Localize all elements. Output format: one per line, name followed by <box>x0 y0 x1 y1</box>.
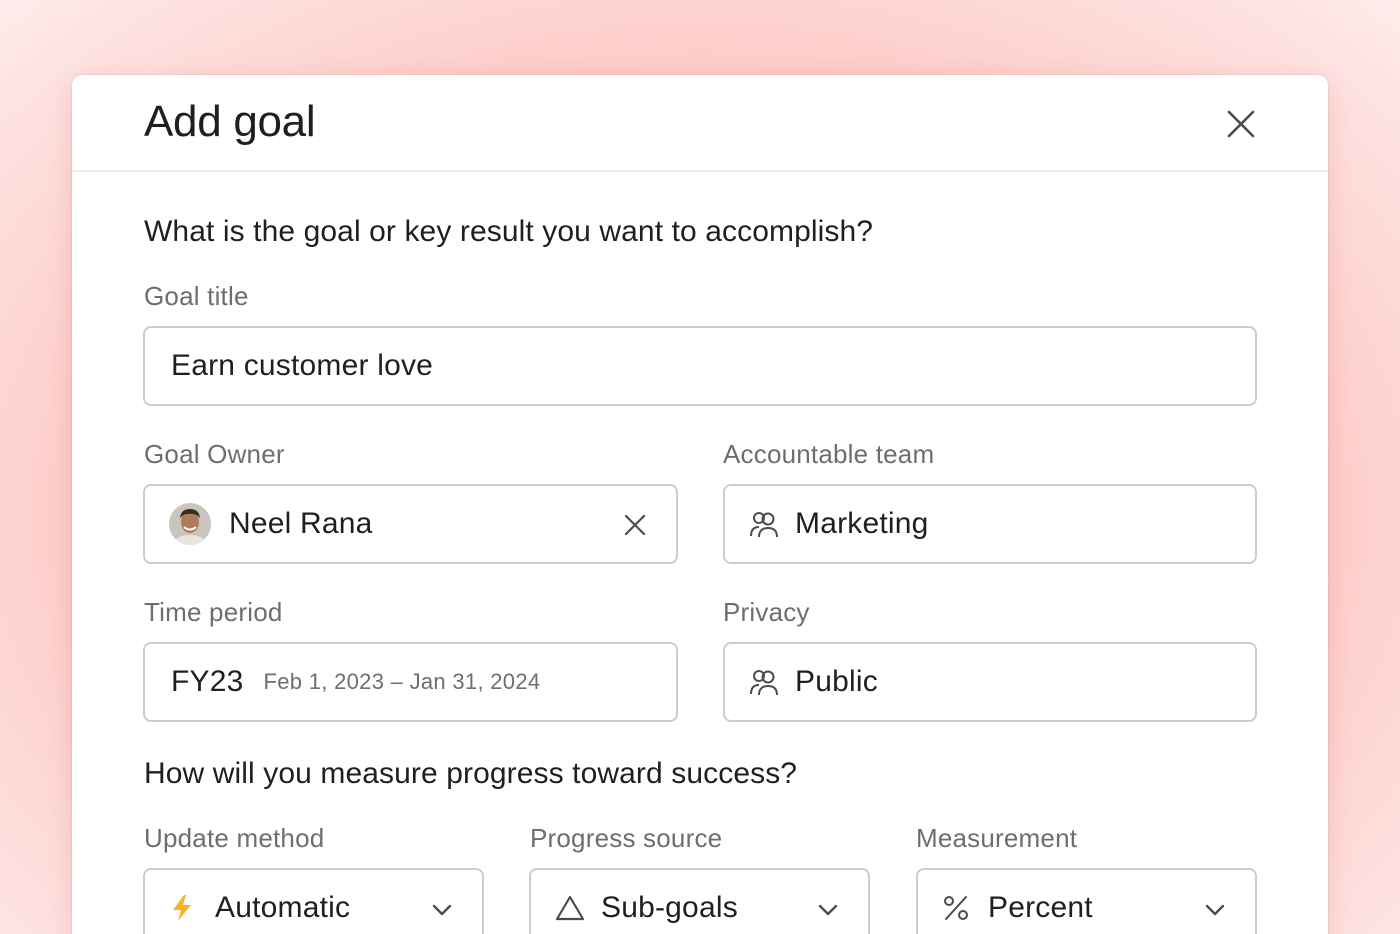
time-period-value: FY23 <box>171 665 244 698</box>
dialog-title: Add goal <box>144 97 316 146</box>
close-icon <box>1227 110 1255 138</box>
time-period-range: Feb 1, 2023 – Jan 31, 2024 <box>263 669 541 694</box>
clear-owner-button[interactable] <box>620 510 650 540</box>
privacy-label: Privacy <box>723 597 810 627</box>
goal-question: What is the goal or key result you want … <box>144 215 874 248</box>
privacy-field[interactable]: Public <box>723 642 1257 722</box>
team-icon <box>749 509 779 539</box>
time-period-field[interactable]: FY23 Feb 1, 2023 – Jan 31, 2024 <box>143 642 678 722</box>
lightning-icon <box>169 893 195 923</box>
measurement-value: Percent <box>988 891 1093 924</box>
goal-owner-value: Neel Rana <box>229 507 373 540</box>
progress-source-label: Progress source <box>530 823 723 853</box>
progress-question: How will you measure progress toward suc… <box>144 757 798 790</box>
close-icon <box>624 514 646 536</box>
progress-source-value: Sub-goals <box>601 891 738 924</box>
update-method-value: Automatic <box>215 891 351 924</box>
triangle-icon <box>555 894 585 922</box>
chevron-down-icon <box>430 900 454 920</box>
goal-owner-field[interactable]: Neel Rana <box>143 484 678 564</box>
goal-title-input[interactable]: Earn customer love <box>143 326 1257 406</box>
progress-source-select[interactable]: Sub-goals <box>529 868 870 934</box>
dialog-header: Add goal <box>72 75 1328 172</box>
accountable-team-field[interactable]: Marketing <box>723 484 1257 564</box>
time-period-label: Time period <box>144 597 283 627</box>
measurement-select[interactable]: Percent <box>916 868 1257 934</box>
add-goal-dialog: Add goal What is the goal or key result … <box>72 75 1328 934</box>
update-method-label: Update method <box>144 823 325 853</box>
chevron-down-icon <box>1203 900 1227 920</box>
chevron-down-icon <box>816 900 840 920</box>
avatar <box>169 503 211 545</box>
goal-title-label: Goal title <box>144 281 249 311</box>
accountable-team-value: Marketing <box>795 507 929 540</box>
update-method-select[interactable]: Automatic <box>143 868 484 934</box>
percent-icon <box>942 894 970 922</box>
privacy-value: Public <box>795 665 878 698</box>
measurement-label: Measurement <box>916 823 1078 853</box>
goal-title-value: Earn customer love <box>171 349 434 382</box>
team-icon <box>749 667 779 697</box>
close-button[interactable] <box>1222 105 1260 143</box>
accountable-team-label: Accountable team <box>723 439 935 469</box>
goal-owner-label: Goal Owner <box>144 439 285 469</box>
